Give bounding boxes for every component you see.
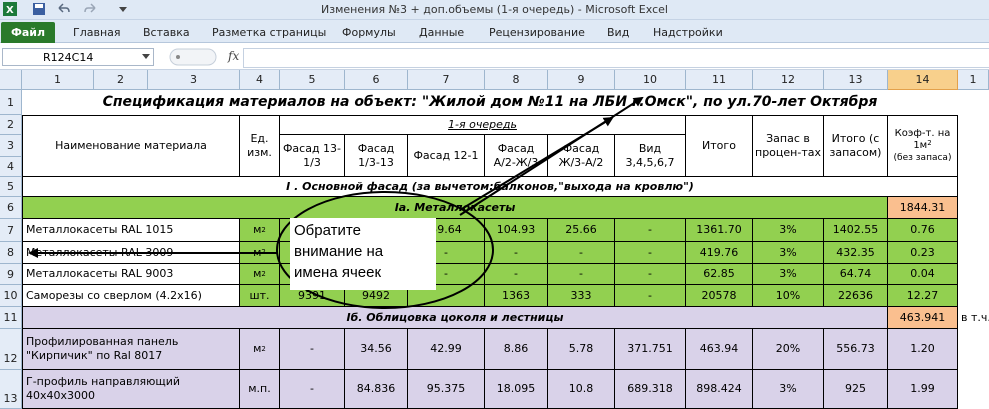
callout-note: Обратите внимание на имена ячеек — [290, 218, 436, 290]
annotation-overlay — [28, 96, 644, 309]
arrow-to-name-box — [459, 116, 614, 211]
arrow-to-column-headers — [459, 96, 644, 216]
callout-line: внимание на — [294, 243, 384, 260]
callout-line: Обратите — [294, 222, 361, 239]
callout-line: имена ячеек — [294, 264, 382, 281]
